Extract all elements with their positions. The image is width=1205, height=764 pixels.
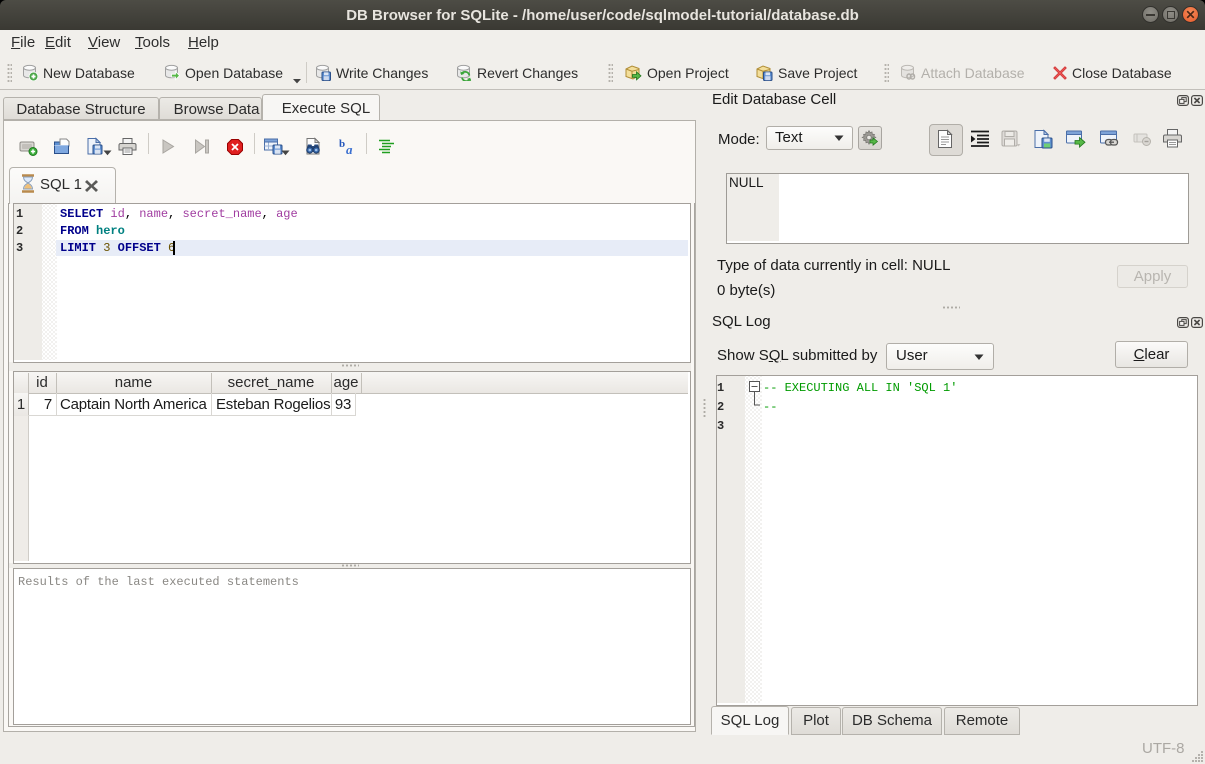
svg-text:b: b xyxy=(339,138,345,150)
svg-text:a: a xyxy=(346,142,353,156)
